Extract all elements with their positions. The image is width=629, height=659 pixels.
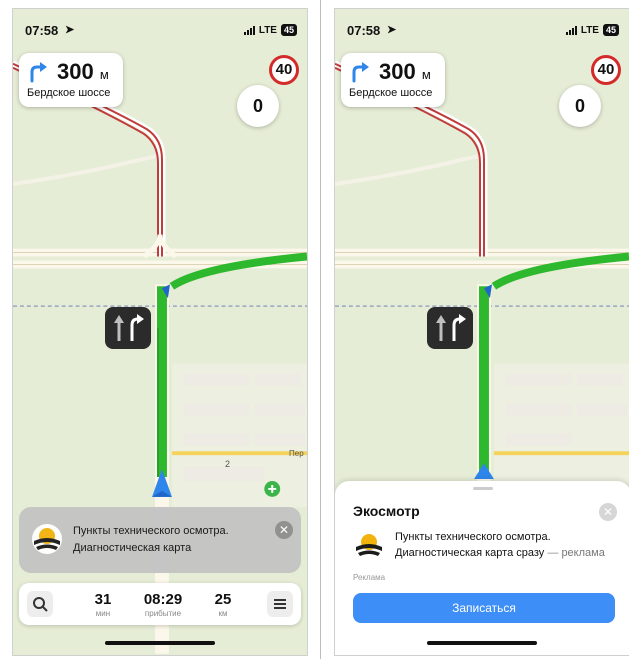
- status-bar: 07:58 ➤ LTE 45: [347, 23, 619, 41]
- menu-icon: [274, 599, 286, 609]
- maneuver-card[interactable]: 300 м Бердское шоссе: [19, 53, 123, 107]
- poi-label: Пер: [289, 449, 304, 458]
- current-speed: 0: [559, 85, 601, 127]
- lane-guidance: [105, 307, 151, 349]
- status-bar: 07:58 ➤ LTE 45: [25, 23, 297, 41]
- status-time: 07:58: [347, 23, 381, 38]
- sheet-line-1: Пункты технического осмотра.: [395, 531, 551, 543]
- signal-icon: [565, 25, 577, 35]
- sheet-title: Экосмотр: [353, 503, 420, 519]
- maneuver-street: Бердское шоссе: [349, 87, 433, 99]
- home-indicator: [427, 641, 537, 645]
- sheet-line-2: Диагностическая карта сразу — реклама: [395, 547, 605, 559]
- trip-minutes: 31 мин: [94, 591, 112, 618]
- navigation-screen-right: 07:58 ➤ LTE 45 300 м Бердское шоссе 40 0…: [334, 8, 629, 656]
- close-icon[interactable]: ✕: [599, 503, 617, 521]
- location-arrow-icon: ➤: [387, 24, 397, 36]
- battery-icon: 45: [602, 24, 619, 36]
- location-arrow-icon: ➤: [65, 24, 75, 36]
- battery-icon: 45: [280, 24, 297, 36]
- speed-limit-sign: 40: [591, 55, 621, 85]
- ad-banner[interactable]: Пункты технического осмотра. Диагностиче…: [19, 507, 301, 573]
- screenshot-divider: [320, 0, 321, 659]
- current-speed: 0: [237, 85, 279, 127]
- ad-line-1: Пункты технического осмотра.: [73, 525, 229, 537]
- network-label: LTE: [580, 24, 599, 36]
- search-icon: [33, 597, 48, 612]
- signal-icon: [243, 25, 255, 35]
- house-number: 2: [225, 459, 231, 469]
- trip-summary-bar[interactable]: 31 мин 08:29 прибытие 25 км: [19, 583, 301, 625]
- ad-label: Реклама: [353, 573, 386, 582]
- ad-line-2: Диагностическая карта: [73, 542, 192, 554]
- speed-limit-sign: 40: [269, 55, 299, 85]
- trip-distance: 25 км: [214, 591, 232, 618]
- close-icon[interactable]: ✕: [275, 521, 293, 539]
- sheet-handle[interactable]: [473, 487, 493, 490]
- maneuver-street: Бердское шоссе: [27, 87, 111, 99]
- turn-right-icon: [30, 62, 47, 83]
- maneuver-unit: м: [99, 67, 109, 82]
- lane-arrows-icon: [436, 314, 466, 341]
- network-label: LTE: [258, 24, 277, 36]
- status-time: 07:58: [25, 23, 59, 38]
- navigation-screen-left: 2 Пер 07:58 ➤ LTE 45 300 м Бердское шосс…: [12, 8, 308, 656]
- book-button[interactable]: Записаться: [353, 593, 615, 623]
- maneuver-distance: 300: [57, 59, 94, 84]
- ecosmotr-logo-icon: [32, 524, 62, 554]
- maneuver-unit: м: [421, 67, 431, 82]
- maneuver-card[interactable]: 300 м Бердское шоссе: [341, 53, 445, 107]
- trip-arrival: 08:29 прибытие: [143, 591, 183, 618]
- maneuver-distance: 300: [379, 59, 416, 84]
- lane-arrows-icon: [114, 314, 144, 341]
- lane-guidance: [427, 307, 473, 349]
- turn-right-icon: [352, 62, 369, 83]
- home-indicator: [105, 641, 215, 645]
- menu-button[interactable]: [267, 591, 293, 617]
- ad-bottom-sheet[interactable]: Экосмотр ✕ Пункты технического осмотра. …: [335, 481, 629, 655]
- search-button[interactable]: [27, 591, 53, 617]
- ecosmotr-logo-icon: [354, 530, 384, 560]
